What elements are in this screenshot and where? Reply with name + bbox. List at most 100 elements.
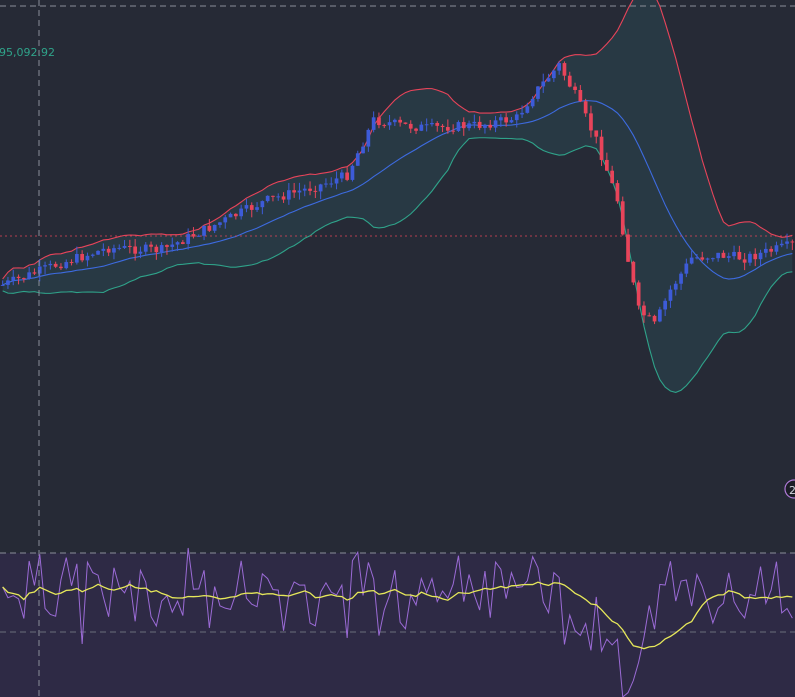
candle-body: [324, 183, 328, 185]
candle-body: [769, 248, 774, 252]
candle-body: [361, 146, 365, 154]
candle-body: [498, 117, 503, 121]
candle-body: [567, 75, 572, 87]
candle-body: [239, 208, 244, 217]
candle-body: [472, 121, 477, 124]
candle-body: [647, 315, 652, 317]
candle-body: [673, 283, 678, 290]
candle-body: [642, 305, 646, 316]
candle-body: [456, 122, 461, 131]
candle: [615, 180, 620, 204]
candle-body: [170, 244, 175, 247]
candle-body: [790, 241, 795, 243]
candle-body: [159, 245, 164, 253]
candle-body: [785, 241, 789, 244]
chart-canvas[interactable]: 95,092.92 2: [0, 0, 795, 697]
candle-body: [48, 263, 53, 266]
candle-body: [292, 190, 297, 193]
candle-body: [244, 205, 249, 209]
candle-body: [106, 248, 111, 253]
candle-body: [318, 184, 323, 192]
candle-body: [271, 195, 275, 197]
candle-body: [191, 234, 196, 237]
alert-badge-count: 2: [789, 484, 795, 497]
candle-body: [339, 172, 344, 179]
candle-body: [334, 178, 339, 184]
candle-body: [165, 245, 169, 247]
candle-body: [371, 117, 376, 130]
candle-body: [286, 190, 291, 200]
candle-body: [69, 262, 74, 264]
candle-body: [737, 251, 742, 260]
candle-body: [117, 247, 122, 249]
candle-body: [43, 265, 47, 267]
candle-body: [705, 258, 710, 260]
candle-body: [302, 188, 307, 191]
candle-body: [143, 244, 148, 252]
candle-body: [615, 183, 620, 202]
candle-body: [212, 224, 217, 231]
candle-body: [112, 248, 116, 253]
candle: [636, 280, 641, 310]
candle-body: [260, 201, 265, 208]
candle-body: [620, 201, 625, 235]
candle-body: [726, 256, 731, 258]
candle: [631, 260, 636, 286]
candle-body: [753, 253, 758, 260]
chart-root[interactable]: 95,092.92 2: [0, 0, 795, 697]
candle-body: [557, 63, 562, 71]
candle-body: [562, 63, 567, 76]
candle-body: [525, 106, 530, 113]
candle-body: [276, 196, 281, 198]
candle-body: [774, 245, 779, 252]
candle-body: [313, 190, 318, 192]
candle-body: [53, 263, 58, 267]
candle-body: [387, 122, 392, 126]
candle-body: [483, 124, 487, 128]
candle-body: [742, 259, 747, 263]
candle-body: [493, 120, 498, 128]
candle-body: [763, 248, 768, 253]
candle-body: [122, 245, 127, 248]
candle-body: [758, 252, 763, 260]
candle-body: [0, 284, 5, 286]
candle-body: [175, 242, 180, 245]
candle-body: [684, 263, 689, 274]
candle-body: [663, 300, 668, 310]
candle: [456, 120, 461, 133]
candle-body: [223, 217, 228, 223]
candle-body: [467, 123, 471, 129]
candle-body: [398, 119, 403, 123]
candle-body: [138, 251, 143, 254]
candle-body: [180, 242, 185, 244]
candle-body: [695, 257, 699, 259]
candle-body: [520, 112, 524, 115]
candle-body: [11, 276, 16, 281]
candle-body: [700, 257, 705, 260]
candle-body: [546, 78, 551, 82]
candle-body: [573, 86, 577, 91]
candle-body: [419, 124, 424, 131]
candle-body: [149, 244, 153, 247]
candle-body: [668, 289, 673, 301]
candle-body: [32, 272, 37, 274]
candle-body: [74, 253, 79, 263]
candle-body: [689, 257, 694, 264]
candle-body: [599, 136, 604, 160]
candle-body: [64, 262, 69, 269]
candle: [96, 250, 100, 256]
candle-body: [202, 225, 206, 236]
candle-body: [392, 119, 397, 123]
candle-body: [461, 122, 466, 129]
candle-body: [297, 190, 302, 193]
candle-body: [530, 98, 535, 107]
candle-body: [779, 243, 784, 246]
candle-body: [249, 205, 254, 210]
candle-body: [514, 114, 519, 121]
candle-body: [536, 86, 540, 99]
candle-body: [207, 225, 212, 231]
candle-body: [382, 125, 387, 127]
candle-body: [228, 213, 233, 218]
candle-body: [414, 128, 418, 131]
candle-body: [80, 253, 85, 261]
